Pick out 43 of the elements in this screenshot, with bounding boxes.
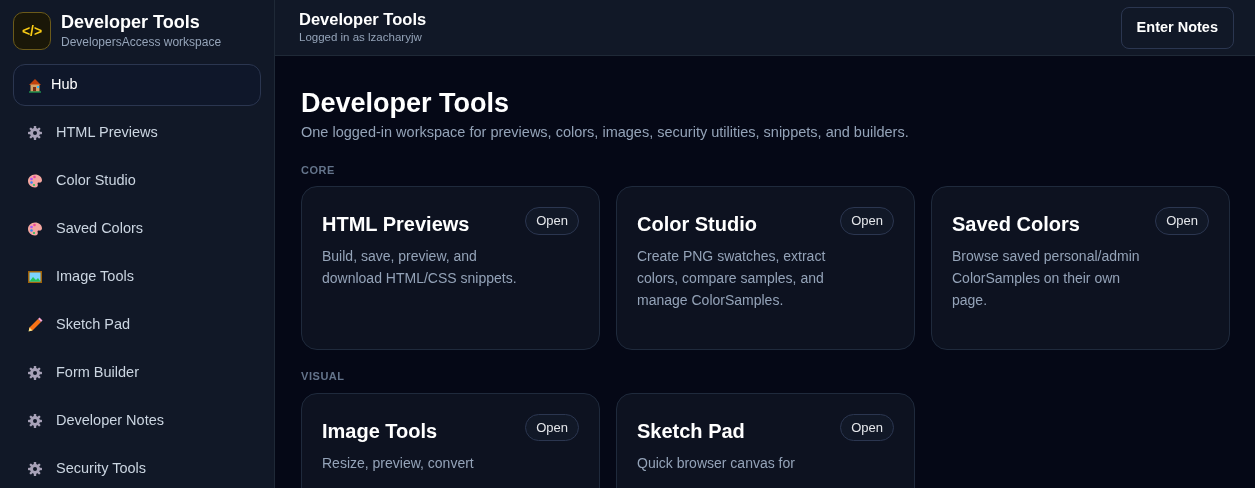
open-button[interactable]: Open xyxy=(525,207,579,235)
sidebar-item[interactable]: Developer Notes xyxy=(13,400,261,442)
open-button[interactable]: Open xyxy=(1155,207,1209,235)
card-title: Sketch Pad xyxy=(637,418,745,444)
sidebar-item[interactable]: Form Builder xyxy=(13,352,261,394)
app-title: Developer Tools xyxy=(61,11,201,33)
header-title: Developer Tools xyxy=(299,8,427,29)
house-icon xyxy=(27,77,43,93)
card-description: Browse saved personal/admin ColorSamples on their own page. xyxy=(952,247,1141,311)
open-button[interactable]: Open xyxy=(840,413,894,442)
sidebar-item[interactable]: Color Studio xyxy=(13,160,261,202)
logged-in-user: Logged in as lzacharyjw xyxy=(299,29,423,45)
palette-icon xyxy=(27,173,43,189)
sidebar-item[interactable]: Saved Colors xyxy=(13,208,261,250)
card-description: Build, save, preview, and download HTML/CSS snippets. xyxy=(322,247,518,289)
card-title: Image Tools xyxy=(322,418,438,444)
picture-icon xyxy=(27,269,43,285)
gear-icon xyxy=(27,365,43,381)
enter-notes-button[interactable]: Enter Notes xyxy=(1120,6,1234,49)
card-description: Quick browser canvas for xyxy=(637,453,796,473)
app-logo: </> xyxy=(13,12,51,50)
page-title: Developer Tools xyxy=(301,87,511,119)
workspace-name: DevelopersAccess workspace xyxy=(61,34,222,51)
card-description: Resize, preview, convert xyxy=(322,453,475,473)
open-button[interactable]: Open xyxy=(525,413,579,442)
sidebar-item[interactable]: Security Tools xyxy=(13,448,261,488)
card-title: Color Studio xyxy=(637,212,757,238)
section-label: CORE xyxy=(301,162,336,178)
palette-icon xyxy=(27,221,43,237)
card-description: Create PNG swatches, extract colors, compare samples, and manage ColorSamples. xyxy=(637,247,827,311)
sidebar-item[interactable]: Hub xyxy=(13,64,261,106)
section-label: VISUAL xyxy=(301,369,346,385)
gear-icon xyxy=(27,125,43,141)
gear-icon xyxy=(27,461,43,477)
sidebar-item[interactable]: Sketch Pad xyxy=(13,304,261,346)
sidebar-item[interactable]: HTML Previews xyxy=(13,112,261,154)
card-title: HTML Previews xyxy=(322,212,470,238)
open-button[interactable]: Open xyxy=(840,207,894,235)
gear-icon xyxy=(27,413,43,429)
pencil-icon xyxy=(27,317,43,333)
page-description: One logged-in workspace for previews, colors, images, security utilities, snippets, and builders. xyxy=(301,123,910,142)
card-title: Saved Colors xyxy=(952,212,1080,238)
sidebar-item[interactable]: Image Tools xyxy=(13,256,261,298)
